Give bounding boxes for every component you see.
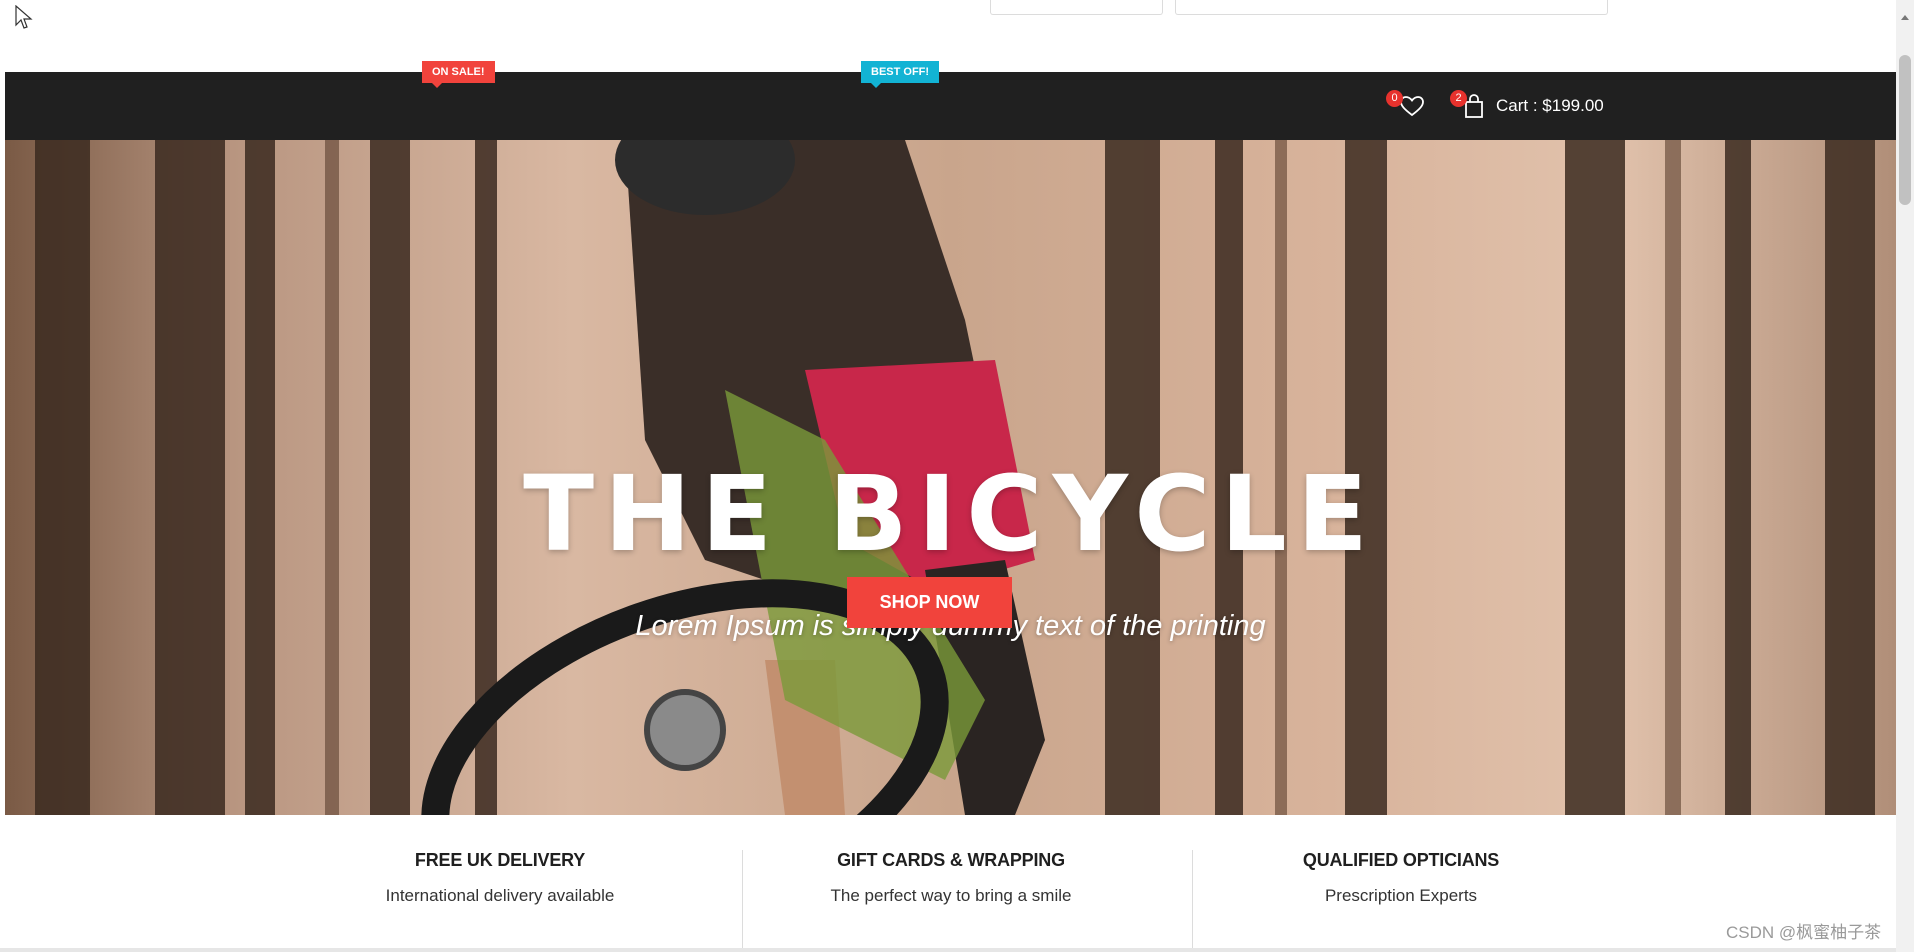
feature-title: QUALIFIED OPTICIANS [1302, 850, 1500, 870]
cart-count-badge: 2 [1450, 90, 1467, 107]
feature-text: The perfect way to bring a smile [830, 886, 1072, 905]
hero-title: THE BICYCLE [523, 453, 1378, 575]
feature-divider [742, 850, 743, 952]
feature-gift-cards: GIFT CARDS & WRAPPING The perfect way to… [726, 850, 1176, 906]
nav-item-gear[interactable]: GEAR [652, 0, 701, 68]
hero-banner: THE BICYCLE Lorem Ipsum is simply dummy … [5, 140, 1896, 815]
best-off-badge: BEST OFF! [861, 61, 940, 88]
nav-item-home[interactable]: HOME [292, 0, 344, 68]
feature-opticians: QUALIFIED OPTICIANS Prescription Experts [1176, 850, 1626, 906]
main-navbar [5, 72, 1896, 140]
feature-divider [1192, 850, 1193, 952]
feature-text: Prescription Experts [1324, 886, 1478, 905]
feature-text: International delivery available [385, 886, 615, 905]
feature-delivery: FREE UK DELIVERY International delivery … [275, 850, 725, 906]
top-input-right[interactable] [1175, 0, 1608, 15]
csdn-watermark: CSDN @枫蜜柚子茶 [1726, 923, 1882, 942]
feature-title: GIFT CARDS & WRAPPING [837, 850, 1065, 870]
shop-now-button[interactable]: SHOP NOW [847, 577, 1012, 628]
wishlist-count-badge: 0 [1386, 90, 1403, 107]
nav-item-category[interactable]: CATEGORY [401, 0, 496, 68]
mouse-cursor-icon [15, 5, 33, 29]
nav-item-contact[interactable]: CONTACT [957, 0, 1039, 68]
nav-item-blog[interactable]: BLOG [856, 0, 904, 68]
features-section: FREE UK DELIVERY International delivery … [0, 815, 1896, 952]
cart-total-link[interactable]: Cart : $199.00 [1496, 72, 1604, 140]
nav-item-shop[interactable]: SHOP [753, 0, 802, 68]
bottom-edge [0, 948, 1914, 952]
feature-title: FREE UK DELIVERY [414, 850, 586, 870]
on-sale-badge: ON SALE! [422, 61, 495, 88]
scrollbar-thumb[interactable] [1899, 55, 1911, 205]
nav-item-bikes[interactable]: BIKES [549, 0, 600, 68]
scroll-up-arrow-icon[interactable] [1899, 12, 1911, 24]
